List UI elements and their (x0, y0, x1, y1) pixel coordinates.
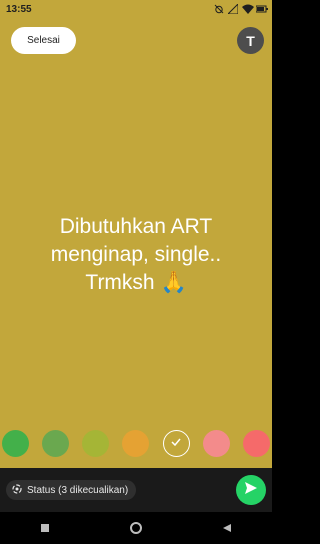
back-icon[interactable] (220, 521, 234, 535)
bottom-bar: Status (3 dikecualikan) (0, 468, 272, 512)
wifi-icon (242, 4, 254, 14)
done-button[interactable]: Selesai (11, 27, 76, 54)
recent-apps-icon[interactable] (38, 521, 52, 535)
color-swatch-coral[interactable] (242, 430, 270, 457)
audience-label: Status (3 dikecualikan) (27, 484, 129, 496)
status-time: 13:55 (6, 3, 32, 15)
send-button[interactable] (236, 475, 266, 505)
color-swatch-lime[interactable] (82, 430, 110, 457)
signal-icon (226, 2, 239, 15)
audience-button[interactable]: Status (3 dikecualikan) (6, 480, 137, 500)
color-swatch-orange[interactable] (122, 430, 150, 457)
status-ring-icon (12, 483, 22, 497)
color-swatch-pink[interactable] (202, 430, 230, 457)
alarm-off-icon (214, 4, 224, 14)
color-swatch-green[interactable] (2, 430, 29, 457)
navigation-bar (0, 512, 272, 544)
avatar[interactable]: T (237, 27, 264, 54)
checkmark-icon (170, 435, 182, 453)
status-text[interactable]: Dibutuhkan ART menginap, single.. Trmksh… (0, 213, 272, 297)
send-icon (244, 481, 258, 500)
color-palette (0, 430, 272, 458)
color-swatch-selected[interactable] (162, 430, 190, 457)
home-icon[interactable] (129, 521, 143, 535)
status-canvas[interactable]: Selesai T Dibutuhkan ART menginap, singl… (0, 18, 272, 468)
color-swatch-olive-green[interactable] (42, 430, 70, 457)
battery-icon (255, 4, 268, 14)
status-icons (214, 2, 268, 15)
status-bar: 13:55 (0, 0, 272, 18)
